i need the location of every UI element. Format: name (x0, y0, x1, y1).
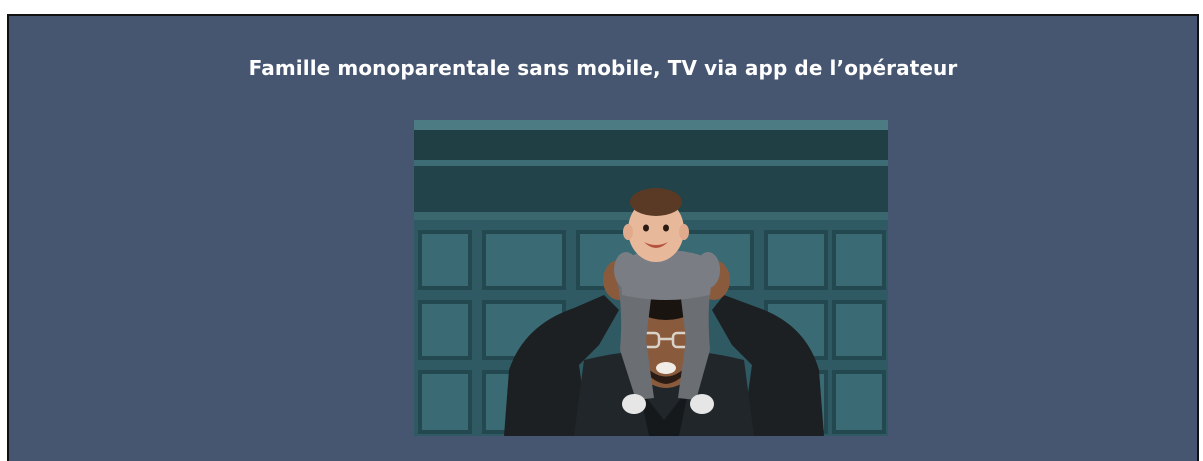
family-photo-illustration (414, 120, 888, 436)
card-title: Famille monoparentale sans mobile, TV vi… (248, 56, 958, 80)
persona-card: Famille monoparentale sans mobile, TV vi… (7, 14, 1199, 461)
family-photo (414, 120, 888, 436)
